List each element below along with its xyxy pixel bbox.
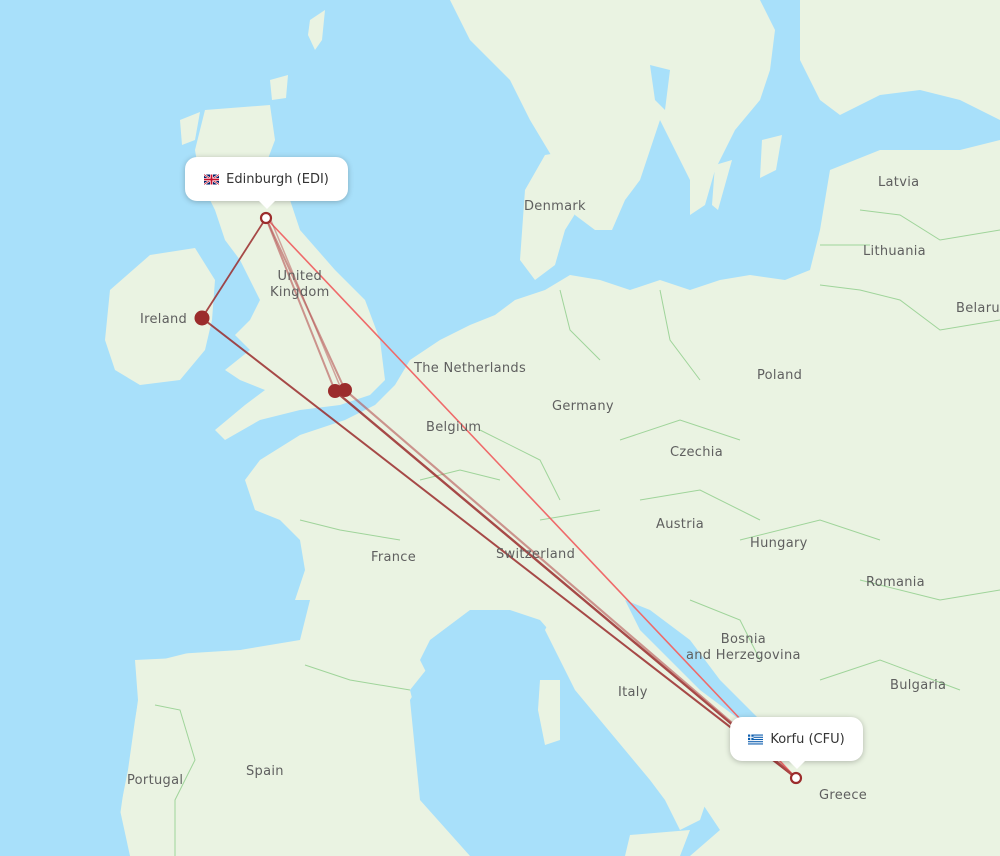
destination-marker-cfu[interactable] [789,771,803,785]
origin-popup[interactable]: Edinburgh (EDI) [185,157,348,209]
label-france: France [371,550,417,565]
route-edi-dublin[interactable] [201,217,267,319]
label-portugal: Portugal [127,773,184,788]
label-romania: Romania [866,575,925,590]
connection-marker-london-b[interactable] [338,383,352,397]
destination-popup[interactable]: Korfu (CFU) [730,717,863,769]
route-edi-london-a[interactable] [265,217,336,392]
route-map[interactable]: Latvia Lithuania Belarus Denmark United … [0,0,1000,856]
label-poland: Poland [757,368,803,383]
label-belarus: Belarus [956,301,1000,316]
label-ireland: Ireland [140,312,188,327]
uk-flag-icon [204,173,220,185]
label-greece: Greece [819,788,868,803]
label-belgium: Belgium [426,420,482,435]
label-switzerland: Switzerland [496,547,576,562]
label-germany: Germany [552,399,614,414]
destination-label: Korfu (CFU) [770,731,845,747]
greece-flag-icon [748,734,764,744]
label-lithuania: Lithuania [863,244,926,259]
route-edi-cfu-direct[interactable] [265,217,797,779]
label-bulgaria: Bulgaria [890,678,947,693]
route-edi-london-c[interactable] [269,217,343,392]
connection-marker-dublin[interactable] [194,310,210,326]
label-austria: Austria [656,517,705,532]
label-bosnia: Bosnia and Herzegovina [686,632,801,664]
label-united-kingdom-line2: Kingdom [270,285,330,300]
origin-marker-edi[interactable] [259,211,273,225]
label-netherlands: The Netherlands [414,361,527,376]
label-hungary: Hungary [750,536,808,551]
label-czechia: Czechia [670,445,723,460]
label-latvia: Latvia [878,175,920,190]
route-london-b-cfu[interactable] [344,389,797,779]
origin-label: Edinburgh (EDI) [226,171,329,187]
label-spain: Spain [246,764,284,779]
label-united-kingdom-line1: United [277,269,323,284]
label-italy: Italy [618,685,648,700]
label-bosnia-line1: Bosnia [720,632,766,647]
label-united-kingdom: United Kingdom [270,269,330,301]
label-bosnia-line2: and Herzegovina [686,648,801,663]
label-denmark: Denmark [524,199,586,214]
